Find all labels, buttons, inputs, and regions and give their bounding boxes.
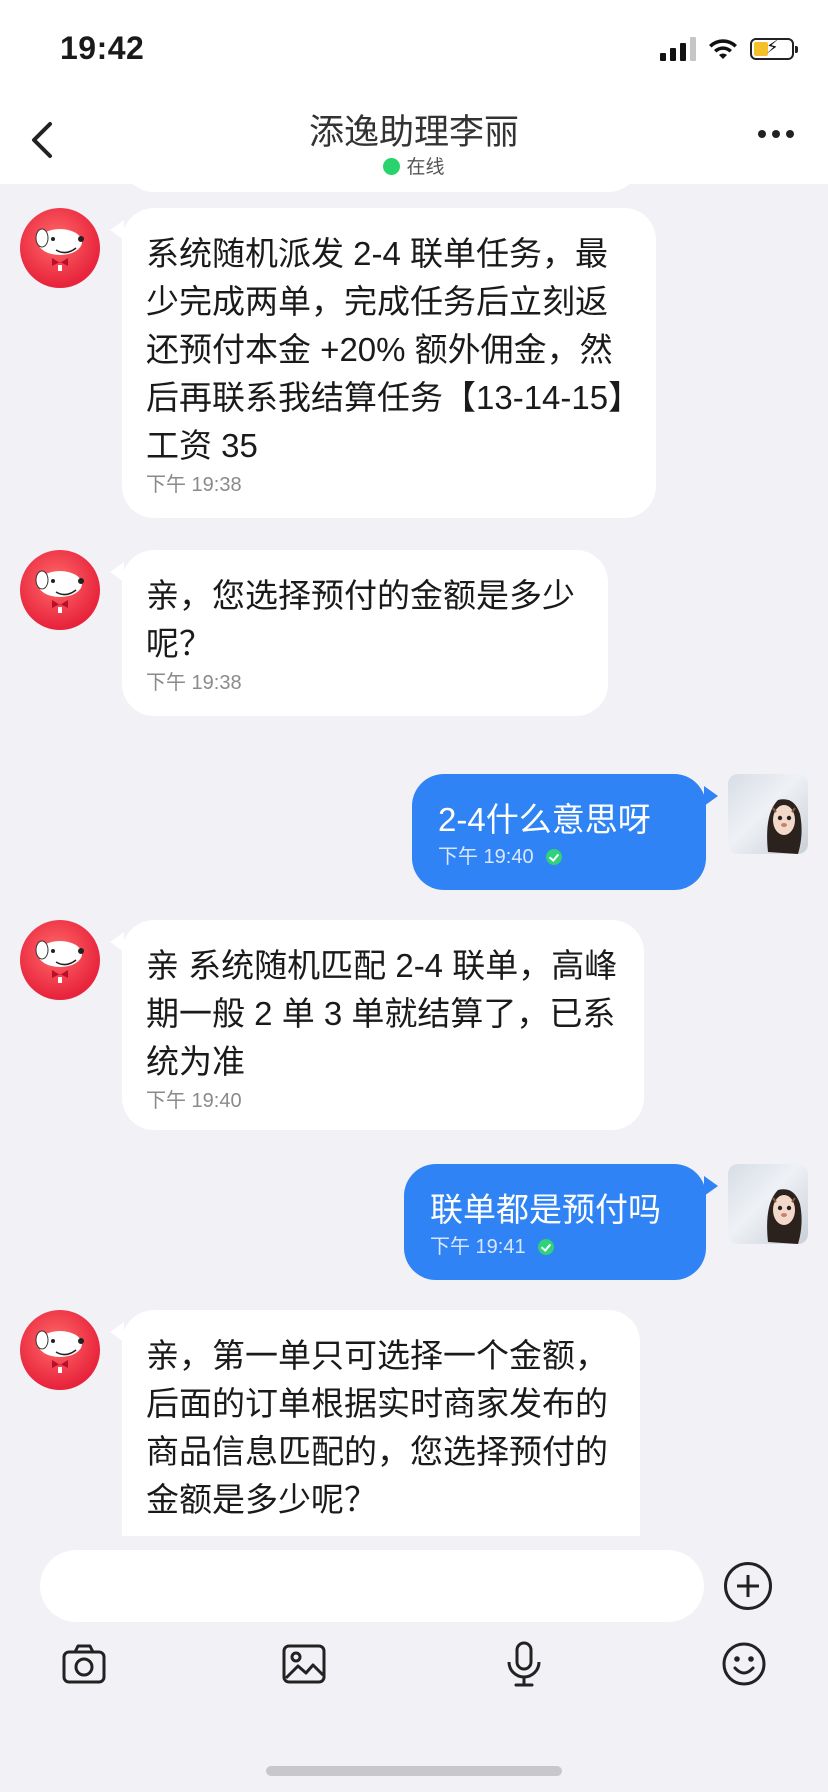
dog-logo-icon	[35, 228, 84, 271]
emoji-icon	[722, 1642, 766, 1686]
message-text: 2-4什么意思呀	[438, 801, 651, 838]
online-status-label: 在线	[406, 157, 445, 178]
dog-logo-icon	[35, 940, 84, 983]
previous-message-bubble	[122, 184, 640, 192]
user-avatar[interactable]	[728, 774, 808, 854]
incoming-message: 亲 系统随机匹配 2-4 联单，高峰期一般 2 单 3 单就结算了，已系统为准 …	[0, 920, 828, 1130]
dog-logo-icon	[35, 1330, 84, 1373]
incoming-message: 亲，第一单只可选择一个金额，后面的订单根据实时商家发布的商品信息匹配的，您选择预…	[0, 1310, 828, 1536]
message-text: 亲，第一单只可选择一个金额，后面的订单根据实时商家发布的商品信息匹配的，您选择预…	[146, 1337, 608, 1518]
microphone-icon	[507, 1641, 541, 1687]
agent-avatar[interactable]	[20, 208, 100, 288]
message-bubble[interactable]: 亲，第一单只可选择一个金额，后面的订单根据实时商家发布的商品信息匹配的，您选择预…	[110, 1310, 640, 1536]
emoji-button[interactable]	[720, 1640, 768, 1688]
camera-icon	[62, 1644, 106, 1684]
message-text: 亲 系统随机匹配 2-4 联单，高峰期一般 2 单 3 单就结算了，已系统为准	[146, 947, 618, 1080]
outgoing-message: 2-4什么意思呀 下午 19:40	[0, 774, 828, 890]
image-button[interactable]	[280, 1640, 328, 1688]
message-text: 联单都是预付吗	[430, 1191, 661, 1228]
message-input[interactable]	[40, 1550, 704, 1622]
incoming-message: 亲，您选择预付的金额是多少呢？ 下午 19:38	[0, 550, 828, 716]
message-bubble[interactable]: 2-4什么意思呀 下午 19:40	[412, 774, 718, 890]
nav-bar: 添逸助理李丽 在线	[0, 88, 828, 184]
message-bubble[interactable]: 亲，您选择预付的金额是多少呢？ 下午 19:38	[110, 550, 608, 716]
more-button[interactable]	[758, 130, 794, 138]
camera-button[interactable]	[60, 1640, 108, 1688]
status-time: 19:42	[60, 30, 145, 66]
agent-avatar[interactable]	[20, 1310, 100, 1390]
chat-area[interactable]: 系统随机派发 2-4 联单任务，最少完成两单，完成任务后立刻返还预付本金 +20…	[0, 184, 828, 1536]
message-bubble[interactable]: 系统随机派发 2-4 联单任务，最少完成两单，完成任务后立刻返还预付本金 +20…	[110, 208, 656, 518]
agent-avatar[interactable]	[20, 550, 100, 630]
dog-logo-icon	[35, 570, 84, 613]
chat-title: 添逸助理李丽	[308, 113, 519, 152]
message-text: 系统随机派发 2-4 联单任务，最少完成两单，完成任务后立刻返还预付本金 +20…	[146, 235, 625, 464]
image-icon	[282, 1644, 326, 1684]
agent-avatar[interactable]	[20, 920, 100, 1000]
battery-icon: ⚡	[750, 37, 798, 60]
outgoing-message: 联单都是预付吗 下午 19:41	[0, 1164, 828, 1280]
message-time: 下午 19:41	[430, 1234, 680, 1260]
user-photo-icon	[767, 1189, 802, 1244]
read-check-icon	[537, 1239, 554, 1255]
message-bubble[interactable]: 亲 系统随机匹配 2-4 联单，高峰期一般 2 单 3 单就结算了，已系统为准 …	[110, 920, 644, 1130]
message-text: 亲，您选择预付的金额是多少呢？	[146, 577, 575, 662]
message-bubble[interactable]: 联单都是预付吗 下午 19:41	[404, 1164, 718, 1280]
input-area	[0, 1536, 828, 1792]
cellular-signal-icon	[660, 37, 696, 61]
user-avatar[interactable]	[728, 1164, 808, 1244]
more-dots-icon	[758, 130, 766, 138]
status-icons: ⚡	[660, 34, 798, 64]
incoming-message: 系统随机派发 2-4 联单任务，最少完成两单，完成任务后立刻返还预付本金 +20…	[0, 208, 828, 518]
online-status: 在线	[0, 152, 828, 179]
voice-button[interactable]	[500, 1640, 548, 1688]
plus-circle-icon[interactable]	[724, 1562, 772, 1610]
message-time: 下午 19:38	[146, 672, 242, 694]
wifi-icon	[709, 39, 737, 59]
home-indicator	[266, 1766, 562, 1776]
message-time: 下午 19:40	[146, 1090, 242, 1112]
read-check-icon	[545, 849, 562, 865]
message-time: 下午 19:40	[438, 844, 680, 870]
status-bar: 19:42 ⚡	[0, 0, 828, 88]
message-time: 下午 19:38	[146, 474, 242, 496]
online-dot-icon	[383, 158, 401, 175]
user-photo-icon	[767, 799, 802, 854]
